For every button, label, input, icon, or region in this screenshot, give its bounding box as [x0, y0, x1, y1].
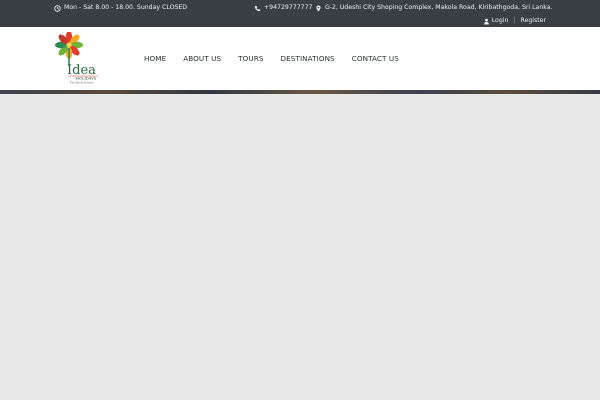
nav-tours[interactable]: TOURS [238, 54, 263, 63]
opening-hours: Mon - Sat 8.00 - 18.00. Sunday CLOSED [54, 5, 187, 12]
phone-text[interactable]: +94729777777 [264, 5, 313, 11]
main-content-area [0, 94, 600, 400]
main-navigation: HOME ABOUT US TOURS DESTINATIONS CONTACT… [144, 54, 416, 63]
phone-icon [254, 5, 261, 12]
login-label[interactable]: Login [492, 18, 509, 24]
nav-destinations[interactable]: DESTINATIONS [281, 54, 335, 63]
auth-separator: | [513, 17, 516, 25]
register-link[interactable]: Register [521, 18, 546, 24]
clock-icon [54, 5, 61, 12]
top-info-bar: Mon - Sat 8.00 - 18.00. Sunday CLOSED +9… [0, 0, 600, 27]
nav-about-us[interactable]: ABOUT US [183, 54, 221, 63]
login-link[interactable]: Login [483, 18, 509, 25]
logo-graphic: Idea HOLIDAYS The World is Yours [55, 31, 98, 85]
address: G-2, Udeshi City Shoping Complex, Makola… [315, 5, 553, 12]
auth-links: Login | Register [483, 18, 546, 25]
site-header: Idea HOLIDAYS The World is Yours HOME AB… [0, 27, 600, 90]
nav-home[interactable]: HOME [144, 54, 166, 63]
logo-sub: HOLIDAYS [76, 77, 97, 81]
user-icon [483, 18, 490, 25]
idea-holidays-logo[interactable]: Idea HOLIDAYS The World is Yours [54, 31, 106, 86]
opening-hours-text: Mon - Sat 8.00 - 18.00. Sunday CLOSED [64, 4, 188, 12]
map-pin-icon [315, 5, 322, 12]
nav-contact-us[interactable]: CONTACT US [352, 54, 399, 63]
logo-tagline: The World is Yours [70, 81, 94, 85]
address-text: G-2, Udeshi City Shoping Complex, Makola… [325, 4, 553, 12]
phone-number[interactable]: +94729777777 [254, 5, 313, 12]
